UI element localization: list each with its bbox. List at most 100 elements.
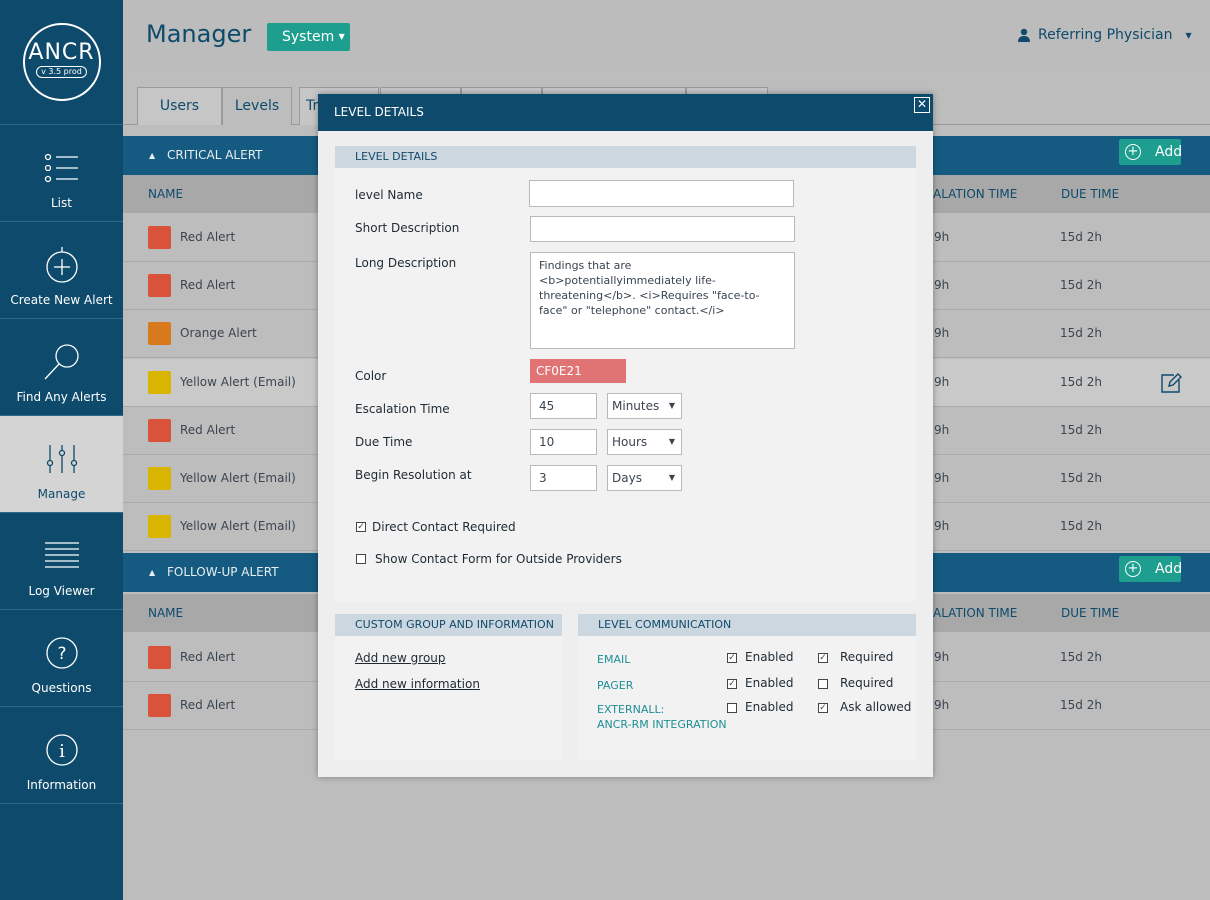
user-menu[interactable]: Referring Physician ▼ (1017, 27, 1192, 43)
color-swatch (148, 467, 171, 490)
svg-text:i: i (59, 741, 65, 762)
col-escalation[interactable]: ALATION TIME (933, 594, 1017, 632)
begin-resolution-label: Begin Resolution at (355, 468, 472, 482)
sidebar-item-manage[interactable]: Manage (0, 416, 123, 513)
svg-text:?: ? (57, 644, 66, 664)
due-time: 15d 2h (1060, 278, 1102, 293)
search-icon (42, 340, 82, 384)
direct-contact-checkbox[interactable]: ✓ (356, 522, 366, 532)
sidebar-item-create-new-alert[interactable]: Create New Alert (0, 222, 123, 319)
caret-up-icon: ▲ (149, 151, 156, 160)
plus-icon: + (1125, 144, 1141, 160)
level-name-label: level Name (355, 188, 423, 202)
sidebar-item-list[interactable]: List (0, 125, 123, 222)
plus-circle-icon (42, 243, 82, 287)
alert-name: Red Alert (180, 698, 236, 713)
alert-name: Yellow Alert (Email) (180, 374, 296, 389)
required-checkbox[interactable]: ✓ (818, 703, 828, 713)
alert-name: Red Alert (180, 422, 236, 437)
col-name[interactable]: NAME (148, 594, 183, 632)
escalation-time: 9h (934, 519, 950, 534)
caret-down-icon: ▼ (1185, 30, 1192, 40)
due-time: 15d 2h (1060, 422, 1102, 437)
required-checkbox[interactable]: ✓ (818, 653, 828, 663)
escalation-time: 9h (934, 422, 950, 437)
add-new-information-link[interactable]: Add new information (355, 677, 480, 691)
sidebar-item-label: Log Viewer (28, 584, 95, 598)
col-due[interactable]: DUE TIME (1061, 594, 1119, 632)
enabled-label: Enabled (745, 650, 794, 664)
logo-version: v 3.5 prod (36, 66, 87, 78)
add-button[interactable]: + Add (1119, 556, 1183, 582)
sidebar-item-log-viewer[interactable]: Log Viewer (0, 513, 123, 610)
section-title: FOLLOW-UP ALERT (167, 565, 279, 579)
col-escalation[interactable]: ALATION TIME (933, 175, 1017, 213)
add-button[interactable]: + Add (1119, 139, 1182, 165)
required-checkbox[interactable] (818, 679, 828, 689)
color-input[interactable]: CF0E21 (530, 359, 626, 383)
escalation-time: 9h (934, 230, 950, 244)
begin-resolution-input[interactable]: 3 (530, 465, 597, 491)
required-label: Ask allowed (840, 700, 912, 714)
dialog-title: LEVEL DETAILS (334, 105, 424, 119)
panel-header: LEVEL DETAILS (335, 146, 916, 168)
sidebar-item-questions[interactable]: ? Questions (0, 610, 123, 707)
color-swatch (148, 418, 171, 442)
escalation-time: 9h (934, 326, 950, 341)
col-due[interactable]: DUE TIME (1061, 175, 1119, 213)
close-icon[interactable]: ✕ (914, 97, 930, 113)
sidebar-item-find-any-alerts[interactable]: Find Any Alerts (0, 319, 123, 416)
required-label: Required (840, 676, 894, 690)
begin-unit-select[interactable]: Days ▼ (607, 465, 682, 491)
sidebar-item-information[interactable]: i Information (0, 707, 123, 804)
edit-icon[interactable] (1160, 372, 1182, 394)
escalation-time: 9h (934, 374, 950, 389)
due-unit-select[interactable]: Hours ▼ (607, 429, 682, 455)
escalation-time: 9h (934, 278, 950, 293)
selected-value: Days (612, 471, 642, 485)
color-label: Color (355, 369, 387, 383)
escalation-unit-select[interactable]: Minutes ▼ (607, 393, 682, 419)
alert-name: Orange Alert (180, 326, 257, 341)
due-time: 15d 2h (1060, 519, 1102, 534)
logo[interactable]: ANCR v 3.5 prod (0, 0, 123, 125)
page-title: Manager (146, 20, 252, 48)
logo-badge: ANCR v 3.5 prod (22, 23, 101, 101)
escalation-time-label: Escalation Time (355, 402, 450, 416)
enabled-checkbox[interactable]: ✓ (727, 679, 737, 689)
sidebar-item-label: Manage (37, 487, 86, 501)
log-icon (42, 534, 82, 578)
system-dropdown-button[interactable]: System ▼ (267, 23, 350, 51)
enabled-checkbox[interactable] (727, 703, 737, 713)
tab-levels[interactable]: Levels (222, 87, 292, 125)
enabled-label: Enabled (745, 700, 794, 714)
short-description-input[interactable] (530, 216, 795, 242)
due-time: 15d 2h (1060, 650, 1102, 664)
escalation-time: 9h (934, 471, 950, 485)
long-description-textarea[interactable]: Findings that are <b>potentiallyimmediat… (530, 252, 795, 349)
show-contact-form-checkbox[interactable] (356, 554, 366, 564)
direct-contact-label: Direct Contact Required (372, 520, 516, 534)
enabled-label: Enabled (745, 676, 794, 690)
sidebar-item-label: Find Any Alerts (16, 390, 107, 404)
col-name[interactable]: NAME (148, 175, 183, 213)
due-time-input[interactable]: 10 (530, 429, 597, 455)
alert-name: Red Alert (180, 230, 236, 244)
sidebar-item-label: Create New Alert (10, 293, 113, 307)
panel-header: CUSTOM GROUP AND INFORMATION (335, 614, 562, 636)
escalation-time-input[interactable]: 45 (530, 393, 597, 419)
add-label: Add (1155, 561, 1183, 577)
system-label: System (282, 29, 335, 45)
alert-name: Red Alert (180, 650, 236, 664)
info-icon: i (42, 728, 82, 772)
sidebar-item-label: Information (26, 778, 97, 792)
enabled-checkbox[interactable]: ✓ (727, 653, 737, 663)
color-swatch (148, 274, 171, 298)
plus-icon: + (1125, 561, 1141, 577)
level-name-input[interactable] (529, 180, 794, 207)
tab-users[interactable]: Users (137, 87, 222, 125)
sliders-icon (42, 437, 82, 481)
required-label: Required (840, 650, 894, 664)
add-new-group-link[interactable]: Add new group (355, 651, 446, 665)
communication-channel-label: EMAIL (597, 653, 631, 666)
